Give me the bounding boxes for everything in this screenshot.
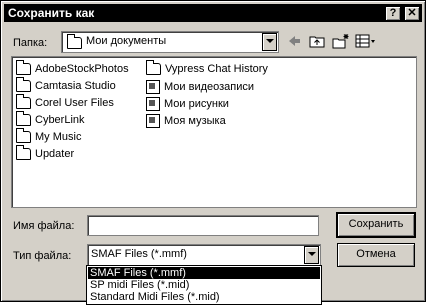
video-folder-icon bbox=[146, 80, 160, 94]
location-dropdown[interactable]: Мои документы bbox=[61, 31, 279, 53]
new-folder-icon[interactable] bbox=[332, 33, 350, 49]
list-item[interactable]: Updater bbox=[16, 145, 74, 160]
list-item[interactable]: Vypress Chat History bbox=[146, 60, 268, 75]
save-button[interactable]: Сохранить bbox=[336, 212, 416, 238]
list-item[interactable]: Camtasia Studio bbox=[16, 77, 116, 92]
filetype-value: SMAF Files (*.mmf) bbox=[91, 248, 187, 260]
pictures-folder-icon bbox=[146, 97, 160, 111]
filetype-option[interactable]: SP midi Files (*.mid) bbox=[88, 279, 320, 291]
cancel-button[interactable]: Отмена bbox=[337, 243, 415, 267]
save-as-dialog: Сохранить как ? ✕ Папка: Мои документы A… bbox=[0, 0, 426, 302]
folder-icon bbox=[16, 77, 31, 92]
list-item[interactable]: Моя музыка bbox=[146, 114, 226, 128]
folder-icon bbox=[16, 111, 31, 126]
up-folder-icon[interactable] bbox=[309, 33, 325, 49]
file-list[interactable]: AdobeStockPhotos Camtasia Studio Corel U… bbox=[11, 56, 417, 208]
filetype-option[interactable]: Standard Midi Files (*.mid) bbox=[88, 291, 320, 303]
filetype-options-list[interactable]: SMAF Files (*.mmf) SP midi Files (*.mid)… bbox=[86, 265, 322, 305]
folder-icon bbox=[16, 60, 31, 75]
list-item[interactable]: Corel User Files bbox=[16, 94, 114, 109]
chevron-down-icon[interactable] bbox=[262, 33, 277, 51]
location-label: Папка: bbox=[13, 37, 48, 49]
view-menu-icon[interactable] bbox=[355, 33, 377, 49]
chevron-down-icon[interactable] bbox=[304, 246, 319, 264]
back-arrow-icon[interactable] bbox=[287, 33, 301, 49]
filetype-label: Тип файла: bbox=[13, 250, 72, 262]
folder-icon bbox=[16, 128, 31, 143]
help-button[interactable]: ? bbox=[385, 6, 401, 21]
folder-icon bbox=[146, 60, 161, 75]
title-bar: Сохранить как ? ✕ bbox=[4, 4, 422, 22]
filename-input[interactable] bbox=[87, 215, 319, 236]
list-item[interactable]: CyberLink bbox=[16, 111, 85, 126]
filename-label: Имя файла: bbox=[13, 220, 75, 232]
folder-icon bbox=[16, 94, 31, 109]
list-item[interactable]: Мои видеозаписи bbox=[146, 80, 254, 94]
filetype-option[interactable]: SMAF Files (*.mmf) bbox=[88, 267, 320, 279]
close-button[interactable]: ✕ bbox=[404, 6, 420, 21]
folder-icon bbox=[67, 34, 82, 49]
filetype-dropdown[interactable]: SMAF Files (*.mmf) bbox=[87, 244, 321, 266]
folder-icon bbox=[16, 145, 31, 160]
dialog-title: Сохранить как bbox=[8, 6, 95, 20]
list-item[interactable]: Мои рисунки bbox=[146, 97, 229, 111]
music-folder-icon bbox=[146, 114, 160, 128]
list-item[interactable]: My Music bbox=[16, 128, 81, 143]
location-value: Мои документы bbox=[86, 35, 167, 47]
list-item[interactable]: AdobeStockPhotos bbox=[16, 60, 129, 75]
